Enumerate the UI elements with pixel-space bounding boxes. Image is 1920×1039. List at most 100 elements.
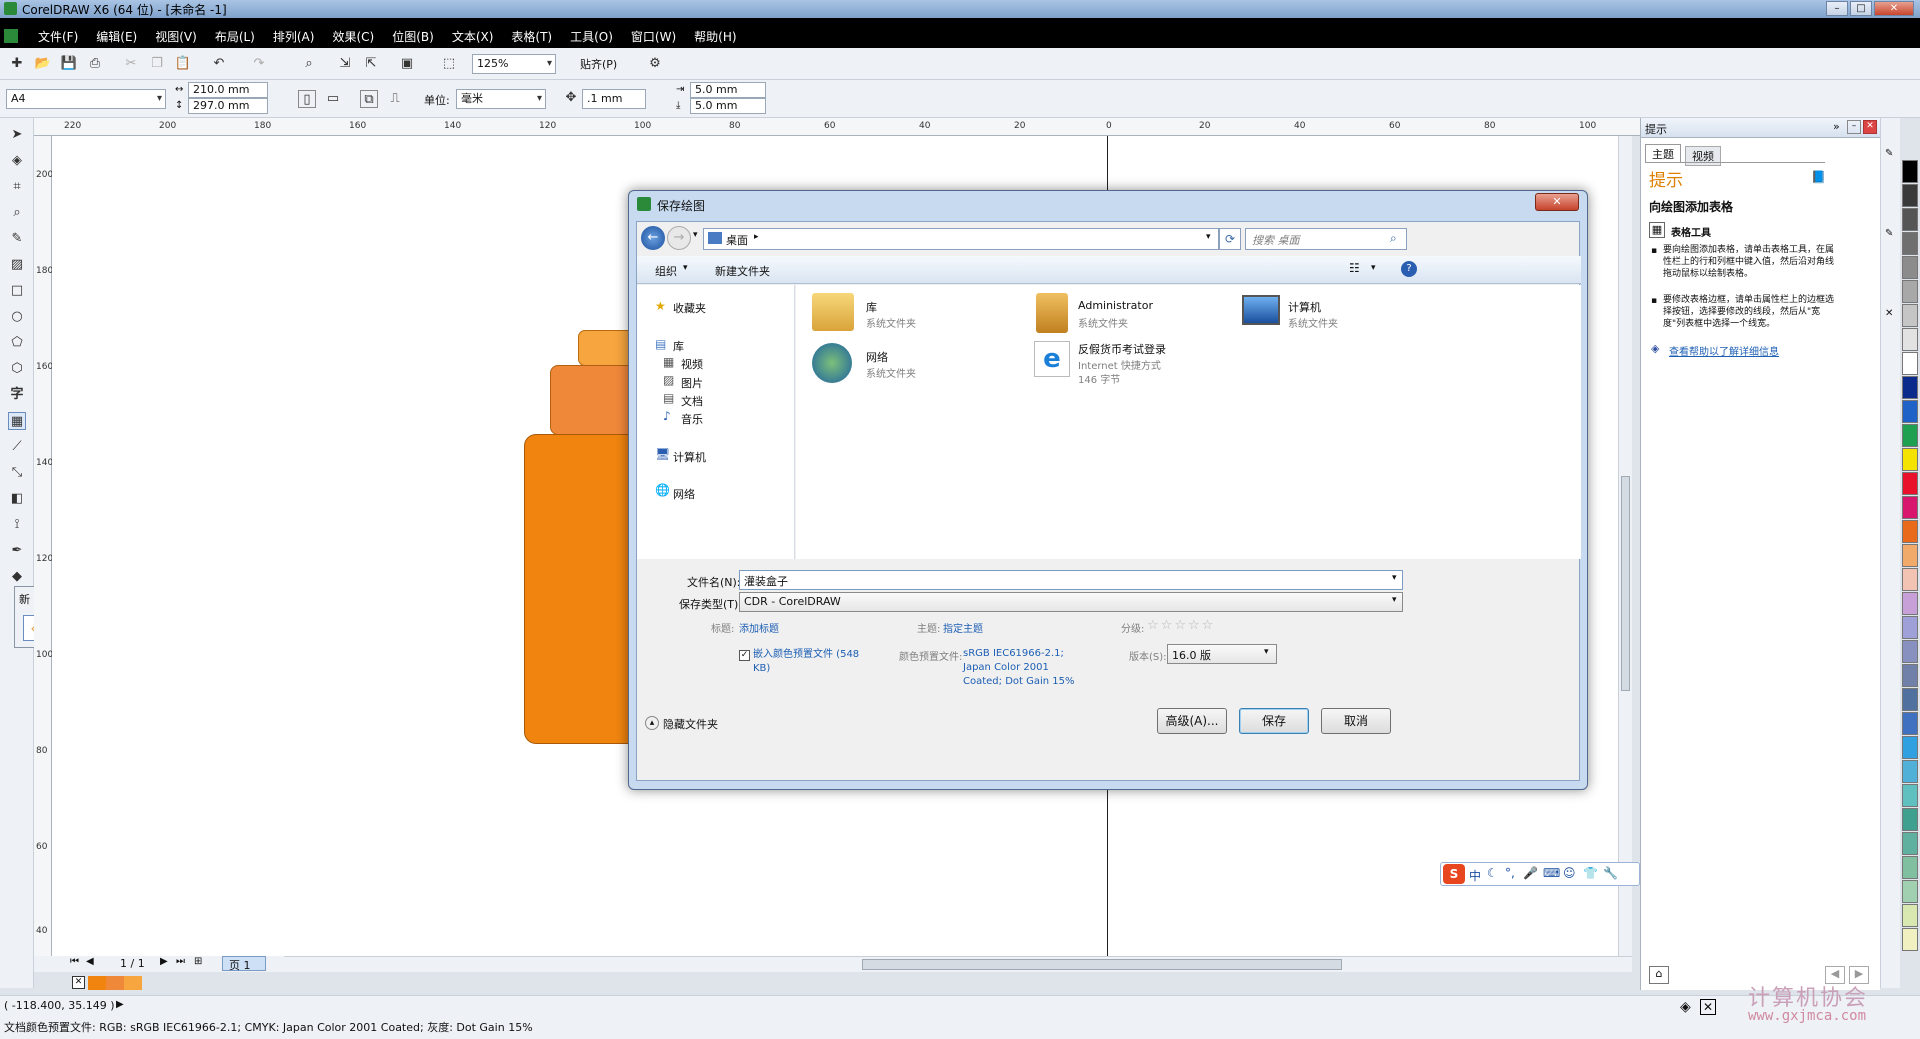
save-icon[interactable]: 💾 bbox=[60, 55, 78, 73]
menu-tools[interactable]: 工具(O) bbox=[570, 28, 613, 45]
close-button[interactable]: ✕ bbox=[1874, 1, 1914, 16]
skin-icon[interactable]: 👕 bbox=[1583, 866, 1598, 880]
sogou-logo-icon[interactable]: S bbox=[1443, 864, 1465, 884]
page-size-combo[interactable]: A4 bbox=[6, 89, 166, 109]
all-pages-icon[interactable]: ⧉ bbox=[360, 90, 378, 108]
color-swatch[interactable] bbox=[88, 976, 106, 990]
docker-tab-icon[interactable]: ✎ bbox=[1885, 148, 1893, 159]
vertical-scrollbar[interactable] bbox=[1618, 136, 1632, 956]
menu-file[interactable]: 文件(F) bbox=[38, 28, 78, 45]
file-item[interactable]: 计算机 系统文件夹 bbox=[1238, 291, 1438, 337]
punctuation-icon[interactable]: °, bbox=[1505, 866, 1515, 880]
hide-folders-button[interactable]: 隐藏文件夹 bbox=[663, 716, 718, 732]
paste-icon[interactable]: 📋 bbox=[174, 55, 192, 73]
mic-icon[interactable]: 🎤 bbox=[1523, 866, 1538, 880]
menu-view[interactable]: 视图(V) bbox=[155, 28, 197, 45]
ime-mode[interactable]: 中 bbox=[1469, 867, 1481, 884]
nav-network[interactable]: 网络 bbox=[673, 486, 695, 502]
horizontal-scroll-thumb[interactable] bbox=[862, 959, 1342, 970]
help-icon[interactable]: ? bbox=[1401, 261, 1417, 277]
print-icon[interactable]: ⎙ bbox=[86, 55, 104, 73]
palette-swatch[interactable] bbox=[1902, 544, 1918, 567]
zoom-tool-icon[interactable]: ⌕ bbox=[8, 204, 26, 222]
help-link[interactable]: 查看帮助以了解详细信息 bbox=[1669, 343, 1779, 358]
freehand-tool-icon[interactable]: ✎ bbox=[8, 230, 26, 248]
palette-swatch[interactable] bbox=[1902, 208, 1918, 231]
docker-tab-icon[interactable]: ✕ bbox=[1885, 308, 1893, 319]
back-button-icon[interactable]: ← bbox=[641, 226, 665, 250]
star-icon[interactable]: ☆ bbox=[1161, 618, 1173, 633]
docker-minimize-icon[interactable]: – bbox=[1847, 120, 1861, 134]
keyboard-icon[interactable]: ⌨ bbox=[1543, 866, 1560, 880]
search-content-icon[interactable]: ⌕ bbox=[300, 55, 318, 73]
tab-topic[interactable]: 主题 bbox=[1645, 144, 1681, 163]
first-page-icon[interactable]: ⏮ bbox=[70, 956, 79, 967]
palette-swatch[interactable] bbox=[1902, 520, 1918, 543]
palette-swatch[interactable] bbox=[1902, 568, 1918, 591]
palette-swatch[interactable] bbox=[1902, 640, 1918, 663]
cut-icon[interactable]: ✂ bbox=[122, 55, 140, 73]
user-icon[interactable]: ☺ bbox=[1563, 866, 1576, 880]
status-expand-icon[interactable]: ▶ bbox=[116, 999, 124, 1010]
star-icon[interactable]: ☆ bbox=[1202, 618, 1214, 633]
palette-swatch[interactable] bbox=[1902, 736, 1918, 759]
palette-swatch[interactable] bbox=[1902, 472, 1918, 495]
view-options-icon[interactable]: ☷ bbox=[1349, 261, 1360, 275]
history-dropdown-icon[interactable]: ▾ bbox=[693, 230, 698, 240]
rectangle-tool-icon[interactable]: □ bbox=[8, 282, 26, 300]
snap-dropdown[interactable]: 贴齐(P) bbox=[580, 56, 617, 72]
nav-video[interactable]: 视频 bbox=[681, 356, 703, 372]
nav-pictures[interactable]: 图片 bbox=[681, 375, 703, 391]
file-item[interactable]: Administrator 系统文件夹 bbox=[1028, 291, 1228, 337]
menu-table[interactable]: 表格(T) bbox=[511, 28, 552, 45]
embed-profile-label[interactable]: 嵌入颜色预置文件 (548 KB) bbox=[753, 648, 865, 676]
palette-swatch[interactable] bbox=[1902, 592, 1918, 615]
forward-button-icon[interactable]: → bbox=[667, 226, 691, 250]
embed-profile-checkbox[interactable]: ✓ bbox=[739, 650, 750, 661]
crop-tool-icon[interactable]: ⌗ bbox=[8, 178, 26, 196]
palette-swatch[interactable] bbox=[1902, 616, 1918, 639]
palette-swatch[interactable] bbox=[1902, 232, 1918, 255]
moon-icon[interactable]: ☾ bbox=[1487, 866, 1498, 880]
set-subject-link[interactable]: 指定主题 bbox=[943, 620, 983, 635]
page-width-field[interactable]: 210.0 mm bbox=[188, 82, 268, 98]
nav-music[interactable]: 音乐 bbox=[681, 411, 703, 427]
shape-tool-icon[interactable]: ◈ bbox=[8, 152, 26, 170]
portrait-icon[interactable]: ▯ bbox=[298, 90, 316, 108]
menu-window[interactable]: 窗口(W) bbox=[631, 28, 676, 45]
last-page-icon[interactable]: ⏭ bbox=[176, 956, 185, 967]
docker-home-icon[interactable]: ⌂ bbox=[1649, 966, 1669, 984]
menu-help[interactable]: 帮助(H) bbox=[694, 28, 736, 45]
app-menu-icon[interactable] bbox=[4, 29, 18, 43]
minimize-button[interactable]: – bbox=[1826, 1, 1848, 16]
docker-tab-icon[interactable]: ✎ bbox=[1885, 228, 1893, 239]
star-icon[interactable]: ☆ bbox=[1147, 618, 1159, 633]
no-color-swatch[interactable]: ✕ bbox=[72, 976, 85, 989]
refresh-icon[interactable]: ⟳ bbox=[1219, 228, 1241, 250]
vertical-ruler[interactable]: 200 180 160 140 120 100 80 60 40 bbox=[34, 136, 53, 956]
landscape-icon[interactable]: ▭ bbox=[324, 90, 342, 108]
filename-dropdown-icon[interactable]: ▾ bbox=[1392, 573, 1397, 583]
tab-video[interactable]: 视频 bbox=[1685, 146, 1721, 166]
address-dropdown-icon[interactable]: ▾ bbox=[1206, 232, 1211, 242]
palette-swatch[interactable] bbox=[1902, 712, 1918, 735]
palette-swatch[interactable] bbox=[1902, 880, 1918, 903]
palette-swatch[interactable] bbox=[1902, 328, 1918, 351]
wrench-icon[interactable]: 🔧 bbox=[1603, 866, 1618, 880]
new-document-icon[interactable]: ✚ bbox=[8, 55, 26, 73]
palette-swatch[interactable] bbox=[1902, 424, 1918, 447]
view-dropdown-icon[interactable]: ▾ bbox=[1371, 263, 1376, 273]
version-select[interactable]: 16.0 版 ▾ bbox=[1167, 644, 1277, 664]
menu-edit[interactable]: 编辑(E) bbox=[96, 28, 137, 45]
palette-swatch[interactable] bbox=[1902, 856, 1918, 879]
dialog-close-button[interactable]: ✕ bbox=[1535, 193, 1579, 211]
palette-swatch[interactable] bbox=[1902, 376, 1918, 399]
polygon-tool-icon[interactable]: ⬠ bbox=[8, 334, 26, 352]
palette-swatch[interactable] bbox=[1902, 256, 1918, 279]
horizontal-scrollbar[interactable] bbox=[52, 956, 1632, 972]
nudge-field[interactable]: .1 mm bbox=[582, 89, 646, 109]
palette-swatch[interactable] bbox=[1902, 184, 1918, 207]
current-page-icon[interactable]: ⎍ bbox=[386, 90, 404, 108]
palette-swatch[interactable] bbox=[1902, 664, 1918, 687]
star-icon[interactable]: ☆ bbox=[1174, 618, 1186, 633]
